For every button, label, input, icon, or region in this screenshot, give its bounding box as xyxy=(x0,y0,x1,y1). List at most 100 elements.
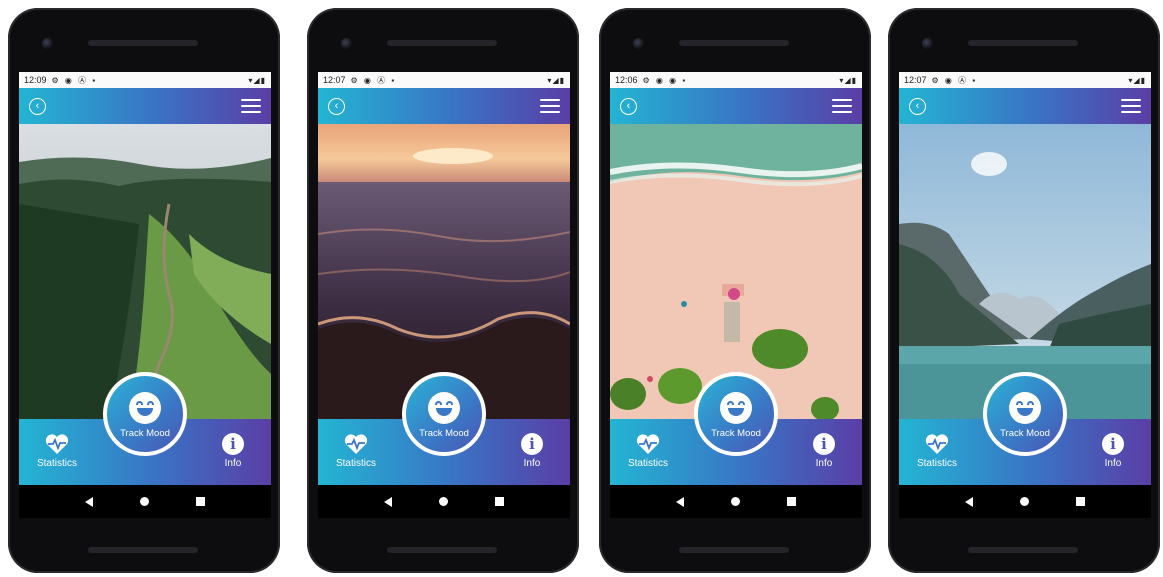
hamburger-menu-icon[interactable] xyxy=(241,98,261,114)
app-screen: 12:07 ⚙ ◉ Ⓐ ▪ ▾◢▮ ‹ Statistics i Info Tr… xyxy=(899,72,1151,518)
front-camera xyxy=(42,38,53,49)
track-mood-button[interactable]: Track Mood xyxy=(402,372,486,456)
signal-battery-icons: ▾◢▮ xyxy=(547,75,565,85)
speaker-grille xyxy=(968,40,1078,46)
speaker-grille xyxy=(387,40,497,46)
front-camera xyxy=(922,38,933,49)
info-label: Info xyxy=(224,458,242,469)
status-time: 12:07 xyxy=(323,75,346,85)
track-mood-label: Track Mood xyxy=(120,427,170,439)
nav-info[interactable]: i Info xyxy=(215,433,251,469)
phone-4: 12:07 ⚙ ◉ Ⓐ ▪ ▾◢▮ ‹ Statistics i Info Tr… xyxy=(888,8,1160,573)
phone-3: 12:06 ⚙ ◉ ◉ ▪ ▾◢▮ ‹ Statistics i Info Tr… xyxy=(599,8,871,573)
nav-statistics[interactable]: Statistics xyxy=(624,433,672,469)
smiley-face-icon xyxy=(129,391,161,424)
track-mood-button[interactable]: Track Mood xyxy=(983,372,1067,456)
system-navigation-bar xyxy=(19,485,271,518)
signal-battery-icons: ▾◢▮ xyxy=(839,75,857,85)
heart-pulse-icon xyxy=(636,434,660,454)
app-screen: 12:09 ⚙ ◉ Ⓐ ▪ ▾◢▮ ‹ Statistics i Info Tr… xyxy=(19,72,271,518)
track-mood-button[interactable]: Track Mood xyxy=(103,372,187,456)
status-icons: ⚙ ◉ Ⓐ ▪ xyxy=(931,75,978,85)
app-bar: ‹ xyxy=(899,88,1151,124)
info-icon: i xyxy=(1102,433,1124,455)
info-icon: i xyxy=(813,433,835,455)
hamburger-menu-icon[interactable] xyxy=(832,98,852,114)
statistics-label: Statistics xyxy=(335,458,376,469)
front-camera xyxy=(633,38,644,49)
bottom-speaker xyxy=(679,547,789,553)
back-arrow-icon[interactable]: ‹ xyxy=(909,97,926,115)
info-label: Info xyxy=(815,458,833,469)
nav-info[interactable]: i Info xyxy=(514,433,550,469)
statistics-label: Statistics xyxy=(916,458,957,469)
status-time: 12:06 xyxy=(615,75,638,85)
status-icons: ⚙ ◉ Ⓐ ▪ xyxy=(51,75,98,85)
system-navigation-bar xyxy=(899,485,1151,518)
info-label: Info xyxy=(523,458,541,469)
phone-1: 12:09 ⚙ ◉ Ⓐ ▪ ▾◢▮ ‹ Statistics i Info Tr… xyxy=(8,8,280,573)
app-bar: ‹ xyxy=(19,88,271,124)
app-screen: 12:06 ⚙ ◉ ◉ ▪ ▾◢▮ ‹ Statistics i Info Tr… xyxy=(610,72,862,518)
status-bar: 12:07 ⚙ ◉ Ⓐ ▪ ▾◢▮ xyxy=(899,72,1151,88)
phone-2: 12:07 ⚙ ◉ Ⓐ ▪ ▾◢▮ ‹ Statistics i Info Tr… xyxy=(307,8,579,573)
system-recents-icon[interactable] xyxy=(1076,497,1086,506)
speaker-grille xyxy=(679,40,789,46)
statistics-label: Statistics xyxy=(627,458,668,469)
info-icon: i xyxy=(521,433,543,455)
app-bar: ‹ xyxy=(610,88,862,124)
heart-pulse-icon xyxy=(344,434,368,454)
signal-battery-icons: ▾◢▮ xyxy=(248,75,266,85)
bottom-speaker xyxy=(968,547,1078,553)
system-navigation-bar xyxy=(610,485,862,518)
nav-statistics[interactable]: Statistics xyxy=(332,433,380,469)
speaker-grille xyxy=(88,40,198,46)
status-icons: ⚙ ◉ Ⓐ ▪ xyxy=(350,75,397,85)
track-mood-label: Track Mood xyxy=(419,427,469,439)
bottom-speaker xyxy=(88,547,198,553)
system-back-icon[interactable] xyxy=(383,496,392,507)
back-arrow-icon[interactable]: ‹ xyxy=(328,97,345,115)
status-time: 12:09 xyxy=(24,75,47,85)
system-back-icon[interactable] xyxy=(84,496,93,507)
statistics-label: Statistics xyxy=(36,458,77,469)
status-bar: 12:07 ⚙ ◉ Ⓐ ▪ ▾◢▮ xyxy=(318,72,570,88)
system-navigation-bar xyxy=(318,485,570,518)
nav-info[interactable]: i Info xyxy=(806,433,842,469)
heart-pulse-icon xyxy=(45,434,69,454)
info-label: Info xyxy=(1104,458,1122,469)
track-mood-label: Track Mood xyxy=(711,427,761,439)
smiley-face-icon xyxy=(1009,391,1041,424)
front-camera xyxy=(341,38,352,49)
nav-info[interactable]: i Info xyxy=(1095,433,1131,469)
hamburger-menu-icon[interactable] xyxy=(1121,98,1141,114)
info-icon: i xyxy=(222,433,244,455)
smiley-face-icon xyxy=(720,391,752,424)
app-screen: 12:07 ⚙ ◉ Ⓐ ▪ ▾◢▮ ‹ Statistics i Info Tr… xyxy=(318,72,570,518)
system-back-icon[interactable] xyxy=(675,496,684,507)
track-mood-label: Track Mood xyxy=(1000,427,1050,439)
system-home-icon[interactable] xyxy=(1019,497,1029,506)
nav-statistics[interactable]: Statistics xyxy=(33,433,81,469)
smiley-face-icon xyxy=(428,391,460,424)
nav-statistics[interactable]: Statistics xyxy=(913,433,961,469)
system-back-icon[interactable] xyxy=(964,496,973,507)
system-recents-icon[interactable] xyxy=(495,497,505,506)
status-bar: 12:06 ⚙ ◉ ◉ ▪ ▾◢▮ xyxy=(610,72,862,88)
system-recents-icon[interactable] xyxy=(196,497,206,506)
system-recents-icon[interactable] xyxy=(787,497,797,506)
system-home-icon[interactable] xyxy=(438,497,448,506)
status-icons: ⚙ ◉ ◉ ▪ xyxy=(642,75,688,85)
status-bar: 12:09 ⚙ ◉ Ⓐ ▪ ▾◢▮ xyxy=(19,72,271,88)
system-home-icon[interactable] xyxy=(139,497,149,506)
track-mood-button[interactable]: Track Mood xyxy=(694,372,778,456)
hamburger-menu-icon[interactable] xyxy=(540,98,560,114)
heart-pulse-icon xyxy=(925,434,949,454)
app-bar: ‹ xyxy=(318,88,570,124)
back-arrow-icon[interactable]: ‹ xyxy=(620,97,637,115)
system-home-icon[interactable] xyxy=(730,497,740,506)
back-arrow-icon[interactable]: ‹ xyxy=(29,97,46,115)
signal-battery-icons: ▾◢▮ xyxy=(1128,75,1146,85)
status-time: 12:07 xyxy=(904,75,927,85)
bottom-speaker xyxy=(387,547,497,553)
